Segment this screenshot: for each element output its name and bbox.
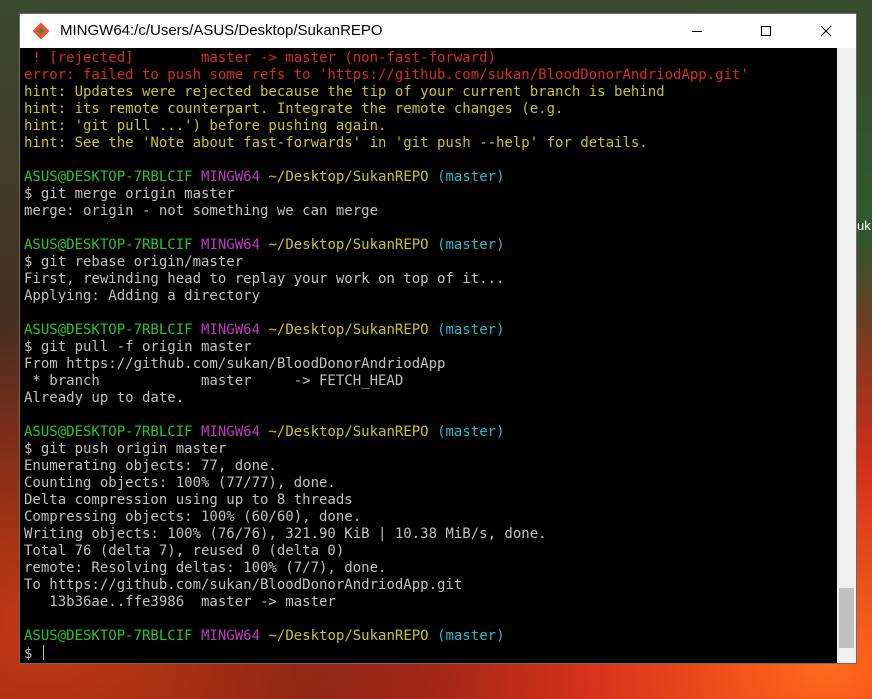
desktop-background-text: uk xyxy=(857,218,871,233)
output-line: First, rewinding head to replay your wor… xyxy=(24,271,505,287)
output-line: Compressing objects: 100% (60/60), done. xyxy=(24,509,362,525)
prompt-shell: MINGW64 xyxy=(201,237,261,253)
prompt-line: ASUS@DESKTOP-7RBLCIF MINGW64 ~/Desktop/S… xyxy=(24,322,505,339)
prompt-path: ~/Desktop/SukanREPO xyxy=(268,169,429,185)
prompt-path: ~/Desktop/SukanREPO xyxy=(268,322,429,338)
output-line: From https://github.com/sukan/BloodDonor… xyxy=(24,356,446,372)
output-line: remote: Resolving deltas: 100% (7/7), do… xyxy=(24,560,387,576)
output-line: Total 76 (delta 7), reused 0 (delta 0) xyxy=(24,543,345,559)
prompt-line: ASUS@DESKTOP-7RBLCIF MINGW64 ~/Desktop/S… xyxy=(24,424,505,441)
output-line: To https://github.com/sukan/BloodDonorAn… xyxy=(24,577,463,593)
prompt-path: ~/Desktop/SukanREPO xyxy=(268,237,429,253)
prompt-line: ASUS@DESKTOP-7RBLCIF MINGW64 ~/Desktop/S… xyxy=(24,628,505,645)
prompt-user: ASUS@DESKTOP-7RBLCIF xyxy=(24,237,193,253)
error-line: error: failed to push some refs to 'http… xyxy=(24,67,749,83)
minimize-button[interactable] xyxy=(674,14,720,48)
prompt-branch: (master) xyxy=(437,322,505,338)
prompt-shell: MINGW64 xyxy=(201,424,261,440)
maximize-icon xyxy=(761,26,771,36)
git-diamond-icon xyxy=(32,22,50,40)
prompt-user: ASUS@DESKTOP-7RBLCIF xyxy=(24,424,193,440)
prompt-shell: MINGW64 xyxy=(201,628,261,644)
hint-line: hint: 'git pull ...') before pushing aga… xyxy=(24,118,387,134)
window-title: MINGW64:/c/Users/ASUS/Desktop/SukanREPO xyxy=(60,22,383,39)
prompt-branch: (master) xyxy=(437,628,505,644)
terminal-window[interactable]: MINGW64:/c/Users/ASUS/Desktop/SukanREPO … xyxy=(19,13,857,664)
output-line: Applying: Adding a directory xyxy=(24,288,261,304)
prompt-shell: MINGW64 xyxy=(201,322,261,338)
close-icon xyxy=(820,25,832,37)
prompt-user: ASUS@DESKTOP-7RBLCIF xyxy=(24,169,193,185)
output-line: * branch master -> FETCH_HEAD xyxy=(24,373,404,389)
prompt-user: ASUS@DESKTOP-7RBLCIF xyxy=(24,322,193,338)
prompt-branch: (master) xyxy=(437,237,505,253)
prompt-line: ASUS@DESKTOP-7RBLCIF MINGW64 ~/Desktop/S… xyxy=(24,169,505,186)
output-line: Counting objects: 100% (77/77), done. xyxy=(24,475,336,491)
text-cursor xyxy=(42,645,44,660)
close-button[interactable] xyxy=(803,14,849,48)
prompt-user: ASUS@DESKTOP-7RBLCIF xyxy=(24,628,193,644)
command-line: $ git push origin master xyxy=(24,441,227,457)
command-line: $ git merge origin master xyxy=(24,186,235,202)
terminal-output[interactable]: ! [rejected] master -> master (non-fast-… xyxy=(20,48,837,663)
minimize-icon xyxy=(692,31,702,32)
prompt-line: ASUS@DESKTOP-7RBLCIF MINGW64 ~/Desktop/S… xyxy=(24,237,505,254)
prompt-symbol: $ xyxy=(24,646,41,662)
prompt-path: ~/Desktop/SukanREPO xyxy=(268,628,429,644)
command-line: $ git rebase origin/master xyxy=(24,254,244,270)
rejected-line: ! [rejected] master -> master (non-fast-… xyxy=(24,50,497,66)
prompt-branch: (master) xyxy=(437,169,505,185)
hint-line: hint: its remote counterpart. Integrate … xyxy=(24,101,564,117)
command-line: $ git pull -f origin master xyxy=(24,339,252,355)
input-line[interactable]: $ xyxy=(24,645,44,662)
maximize-button[interactable] xyxy=(743,14,789,48)
prompt-path: ~/Desktop/SukanREPO xyxy=(268,424,429,440)
output-line: Enumerating objects: 77, done. xyxy=(24,458,277,474)
prompt-shell: MINGW64 xyxy=(201,169,261,185)
output-line: Delta compression using up to 8 threads xyxy=(24,492,353,508)
vertical-scrollbar[interactable] xyxy=(837,48,856,663)
output-line: Writing objects: 100% (76/76), 321.90 Ki… xyxy=(24,526,547,542)
hint-line: hint: Updates were rejected because the … xyxy=(24,84,665,100)
output-line: 13b36ae..ffe3986 master -> master xyxy=(24,594,336,610)
scrollbar-thumb[interactable] xyxy=(839,588,854,648)
prompt-branch: (master) xyxy=(437,424,505,440)
hint-line: hint: See the 'Note about fast-forwards'… xyxy=(24,135,648,151)
output-line: Already up to date. xyxy=(24,390,185,406)
title-bar[interactable]: MINGW64:/c/Users/ASUS/Desktop/SukanREPO xyxy=(20,14,856,48)
output-line: merge: origin - not something we can mer… xyxy=(24,203,379,219)
